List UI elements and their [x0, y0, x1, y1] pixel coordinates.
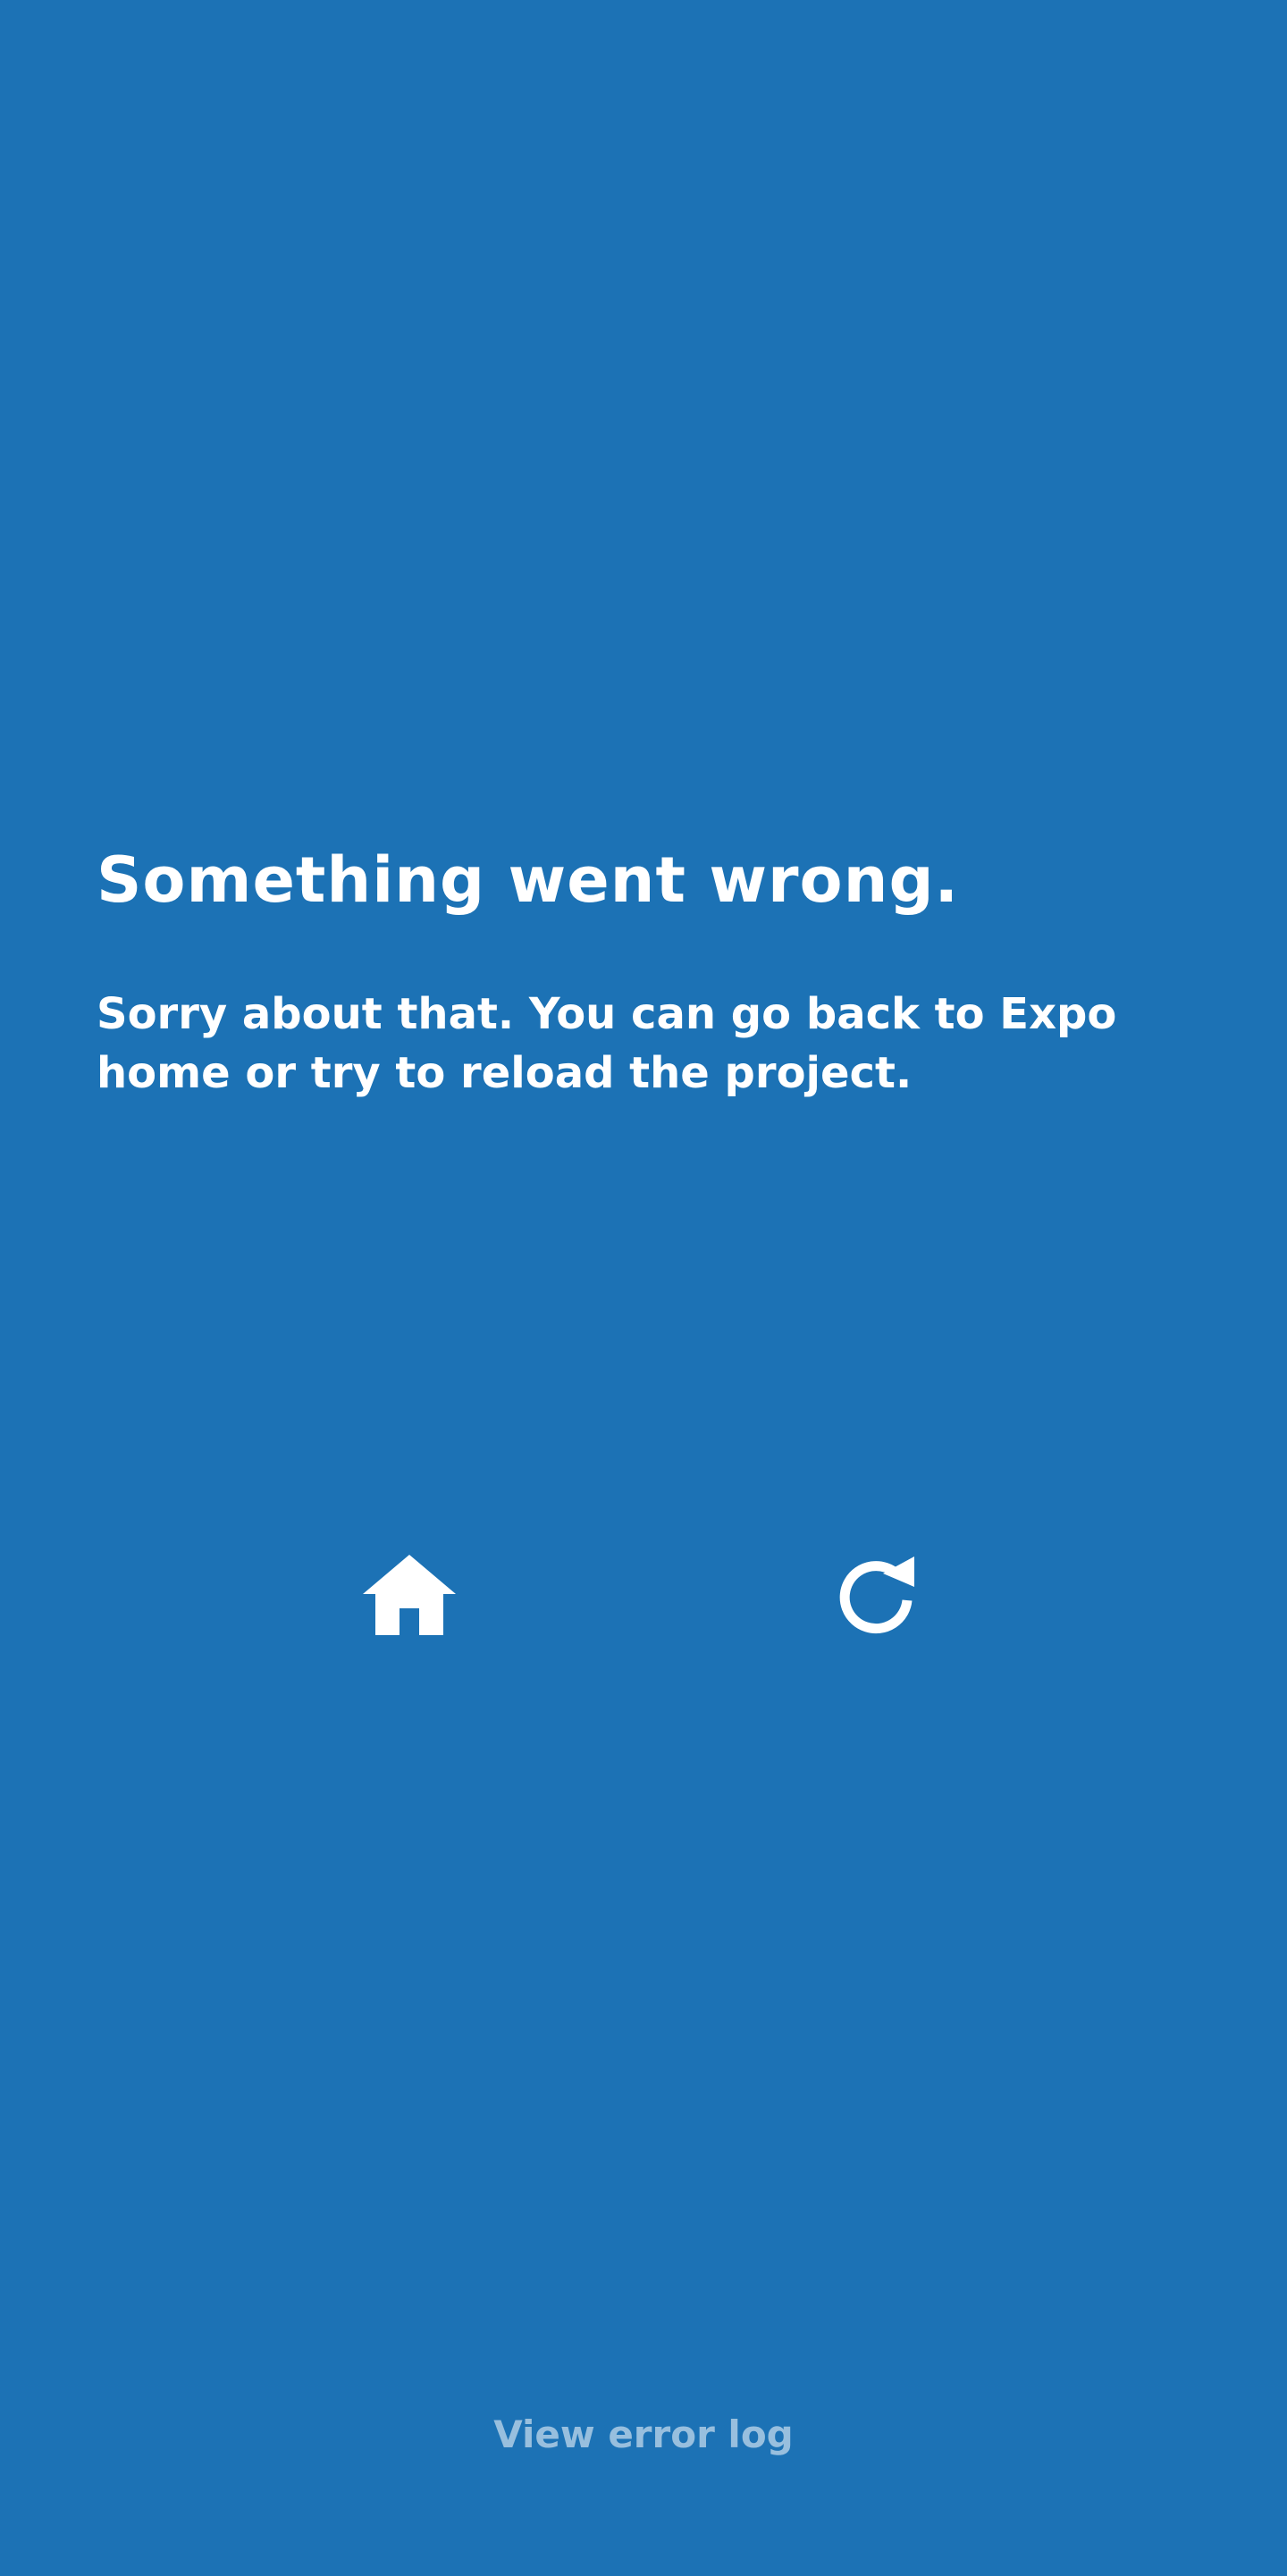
- home-button[interactable]: [356, 1550, 463, 1640]
- reload-button[interactable]: [824, 1550, 931, 1640]
- error-content: Something went wrong. Sorry about that. …: [97, 840, 1214, 1103]
- reload-icon: [839, 1557, 914, 1634]
- error-title: Something went wrong.: [97, 843, 960, 917]
- home-icon: [363, 1555, 456, 1635]
- view-error-log-link[interactable]: View error log: [0, 2412, 1287, 2456]
- error-actions: [0, 1550, 1287, 1640]
- error-message: Sorry about that. You can go back to Exp…: [97, 989, 1117, 1098]
